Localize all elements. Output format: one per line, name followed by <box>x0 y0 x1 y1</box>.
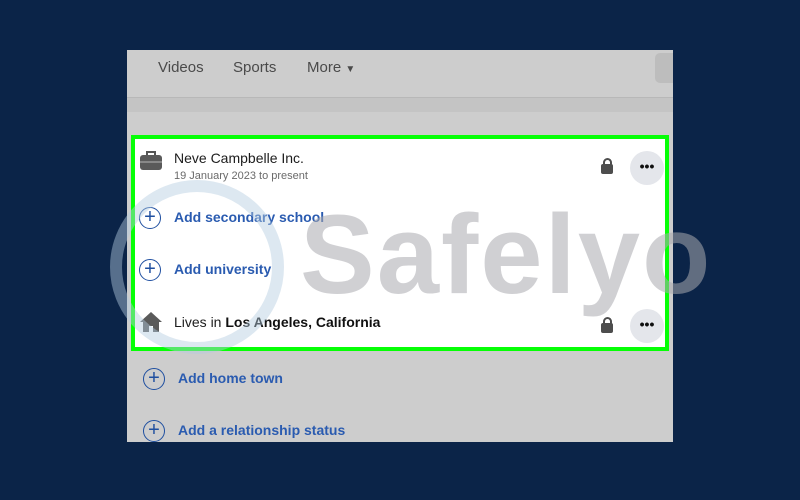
caret-down-icon: ▼ <box>345 64 356 75</box>
lives-more-button[interactable]: ••• <box>630 309 664 343</box>
nav-videos[interactable]: Videos <box>158 59 204 76</box>
nav-options-button[interactable] <box>655 53 673 83</box>
work-more-button[interactable]: ••• <box>630 151 664 185</box>
nav-more[interactable]: More ▼ <box>307 59 355 76</box>
lives-city[interactable]: Los Angeles, California <box>225 314 380 330</box>
work-dates: 19 January 2023 to present <box>174 170 308 182</box>
lock-icon[interactable] <box>601 317 613 333</box>
highlight-box: Neve Campbelle Inc. 19 January 2023 to p… <box>131 135 669 351</box>
lives-prefix: Lives in <box>174 314 226 330</box>
profile-nav: Videos Sports More ▼ <box>127 50 673 98</box>
nav-more-label: More <box>307 59 342 76</box>
lock-icon[interactable] <box>601 158 613 174</box>
plus-circle-icon[interactable]: + <box>139 259 161 281</box>
plus-circle-icon[interactable]: + <box>139 207 161 229</box>
briefcase-icon <box>140 151 162 170</box>
plus-circle-icon[interactable]: + <box>143 368 165 390</box>
add-relationship-link[interactable]: Add a relationship status <box>178 422 345 438</box>
work-title[interactable]: Neve Campbelle Inc. <box>174 150 304 166</box>
nav-sports[interactable]: Sports <box>233 59 276 76</box>
home-icon <box>140 312 162 332</box>
lives-in-text[interactable]: Lives in Los Angeles, California <box>174 314 380 330</box>
add-home-town-link[interactable]: Add home town <box>178 370 283 386</box>
add-secondary-school-link[interactable]: Add secondary school <box>174 209 324 225</box>
plus-circle-icon[interactable]: + <box>143 420 165 442</box>
add-university-link[interactable]: Add university <box>174 261 271 277</box>
divider <box>127 98 673 112</box>
